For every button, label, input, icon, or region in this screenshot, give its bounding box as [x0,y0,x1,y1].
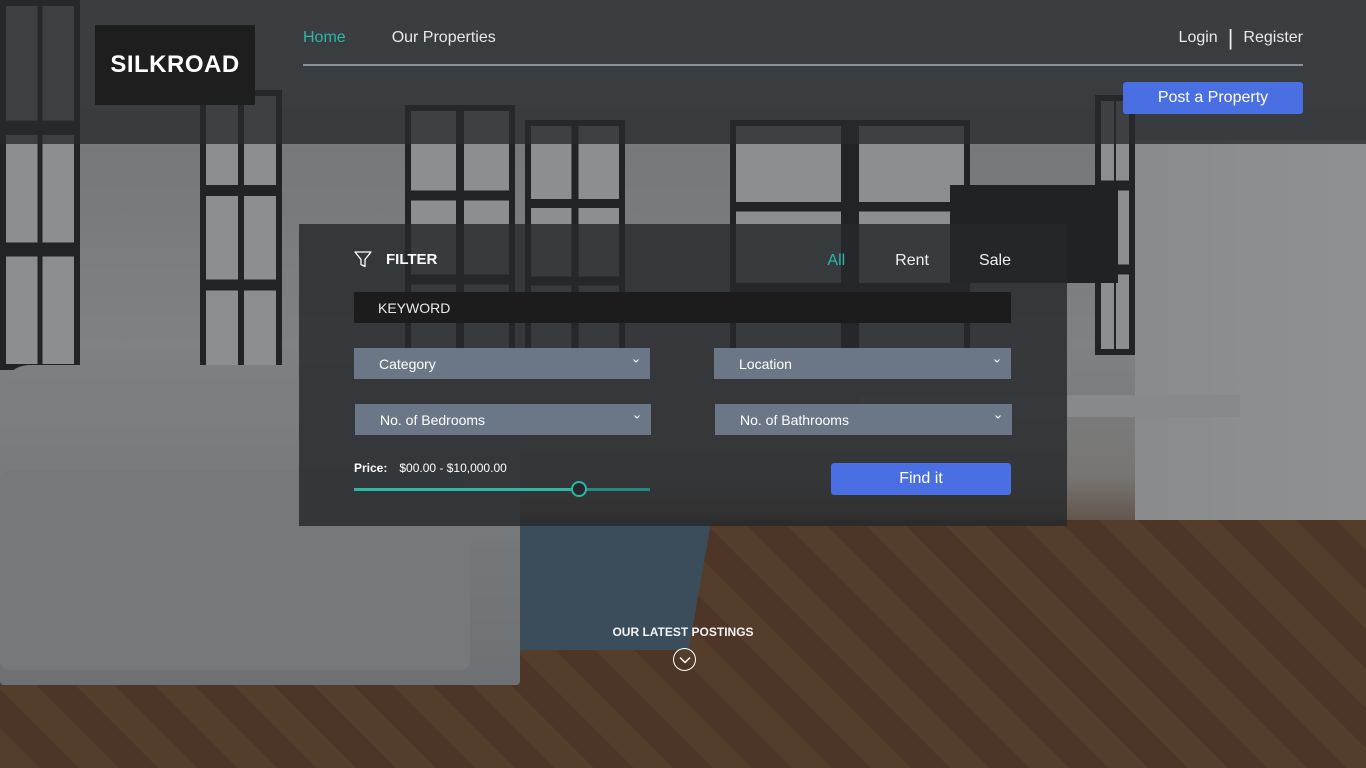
price-range-value: $00.00 - $10,000.00 [399,461,507,475]
chevron-down-icon [995,415,1001,419]
chevron-down-icon [633,359,639,363]
price-label: Price: [354,461,388,475]
filter-funnel-icon [354,251,372,268]
chevron-down-icon [994,359,1000,363]
find-it-button[interactable]: Find it [831,463,1011,495]
chevron-down-circle-icon[interactable] [673,648,696,671]
register-link[interactable]: Register [1243,29,1303,47]
chevron-down-icon [634,415,640,419]
bathrooms-select-label: No. of Bathrooms [740,411,849,428]
listing-type-tabs: All Rent Sale [827,252,1011,270]
price-slider-fill [354,488,571,491]
bedrooms-select-label: No. of Bedrooms [380,411,486,428]
price-slider[interactable] [354,480,650,500]
post-property-button[interactable]: Post a Property [1123,82,1303,114]
login-link[interactable]: Login [1179,29,1218,47]
keyword-input[interactable] [354,292,1011,323]
location-select-label: Location [739,355,792,372]
nav-divider [303,64,1303,66]
category-select-label: Category [379,355,436,372]
price-range-label: Price: $00.00 - $10,000.00 [354,461,507,475]
nav-home-link[interactable]: Home [303,29,346,47]
tab-rent[interactable]: Rent [895,252,929,270]
filter-title: FILTER [386,251,438,268]
filter-header: FILTER [354,251,437,268]
category-select[interactable]: Category [354,348,650,379]
nav-our-properties-link[interactable]: Our Properties [392,29,496,47]
auth-links: Login | Register [1179,25,1303,50]
filter-panel: FILTER All Rent Sale Category Location N… [299,224,1067,526]
bedrooms-select[interactable]: No. of Bedrooms [355,404,651,435]
bathrooms-select[interactable]: No. of Bathrooms [715,404,1012,435]
brand-logo[interactable]: SILKROAD [95,25,255,105]
main-nav: Home Our Properties [303,29,496,47]
latest-postings-heading: OUR LATEST POSTINGS [612,625,754,639]
price-slider-handle[interactable] [571,481,587,497]
location-select[interactable]: Location [714,348,1011,379]
tab-all[interactable]: All [827,252,845,270]
tab-sale[interactable]: Sale [979,252,1011,270]
auth-separator: | [1227,25,1234,50]
top-header: SILKROAD Home Our Properties Login | Reg… [0,0,1366,144]
